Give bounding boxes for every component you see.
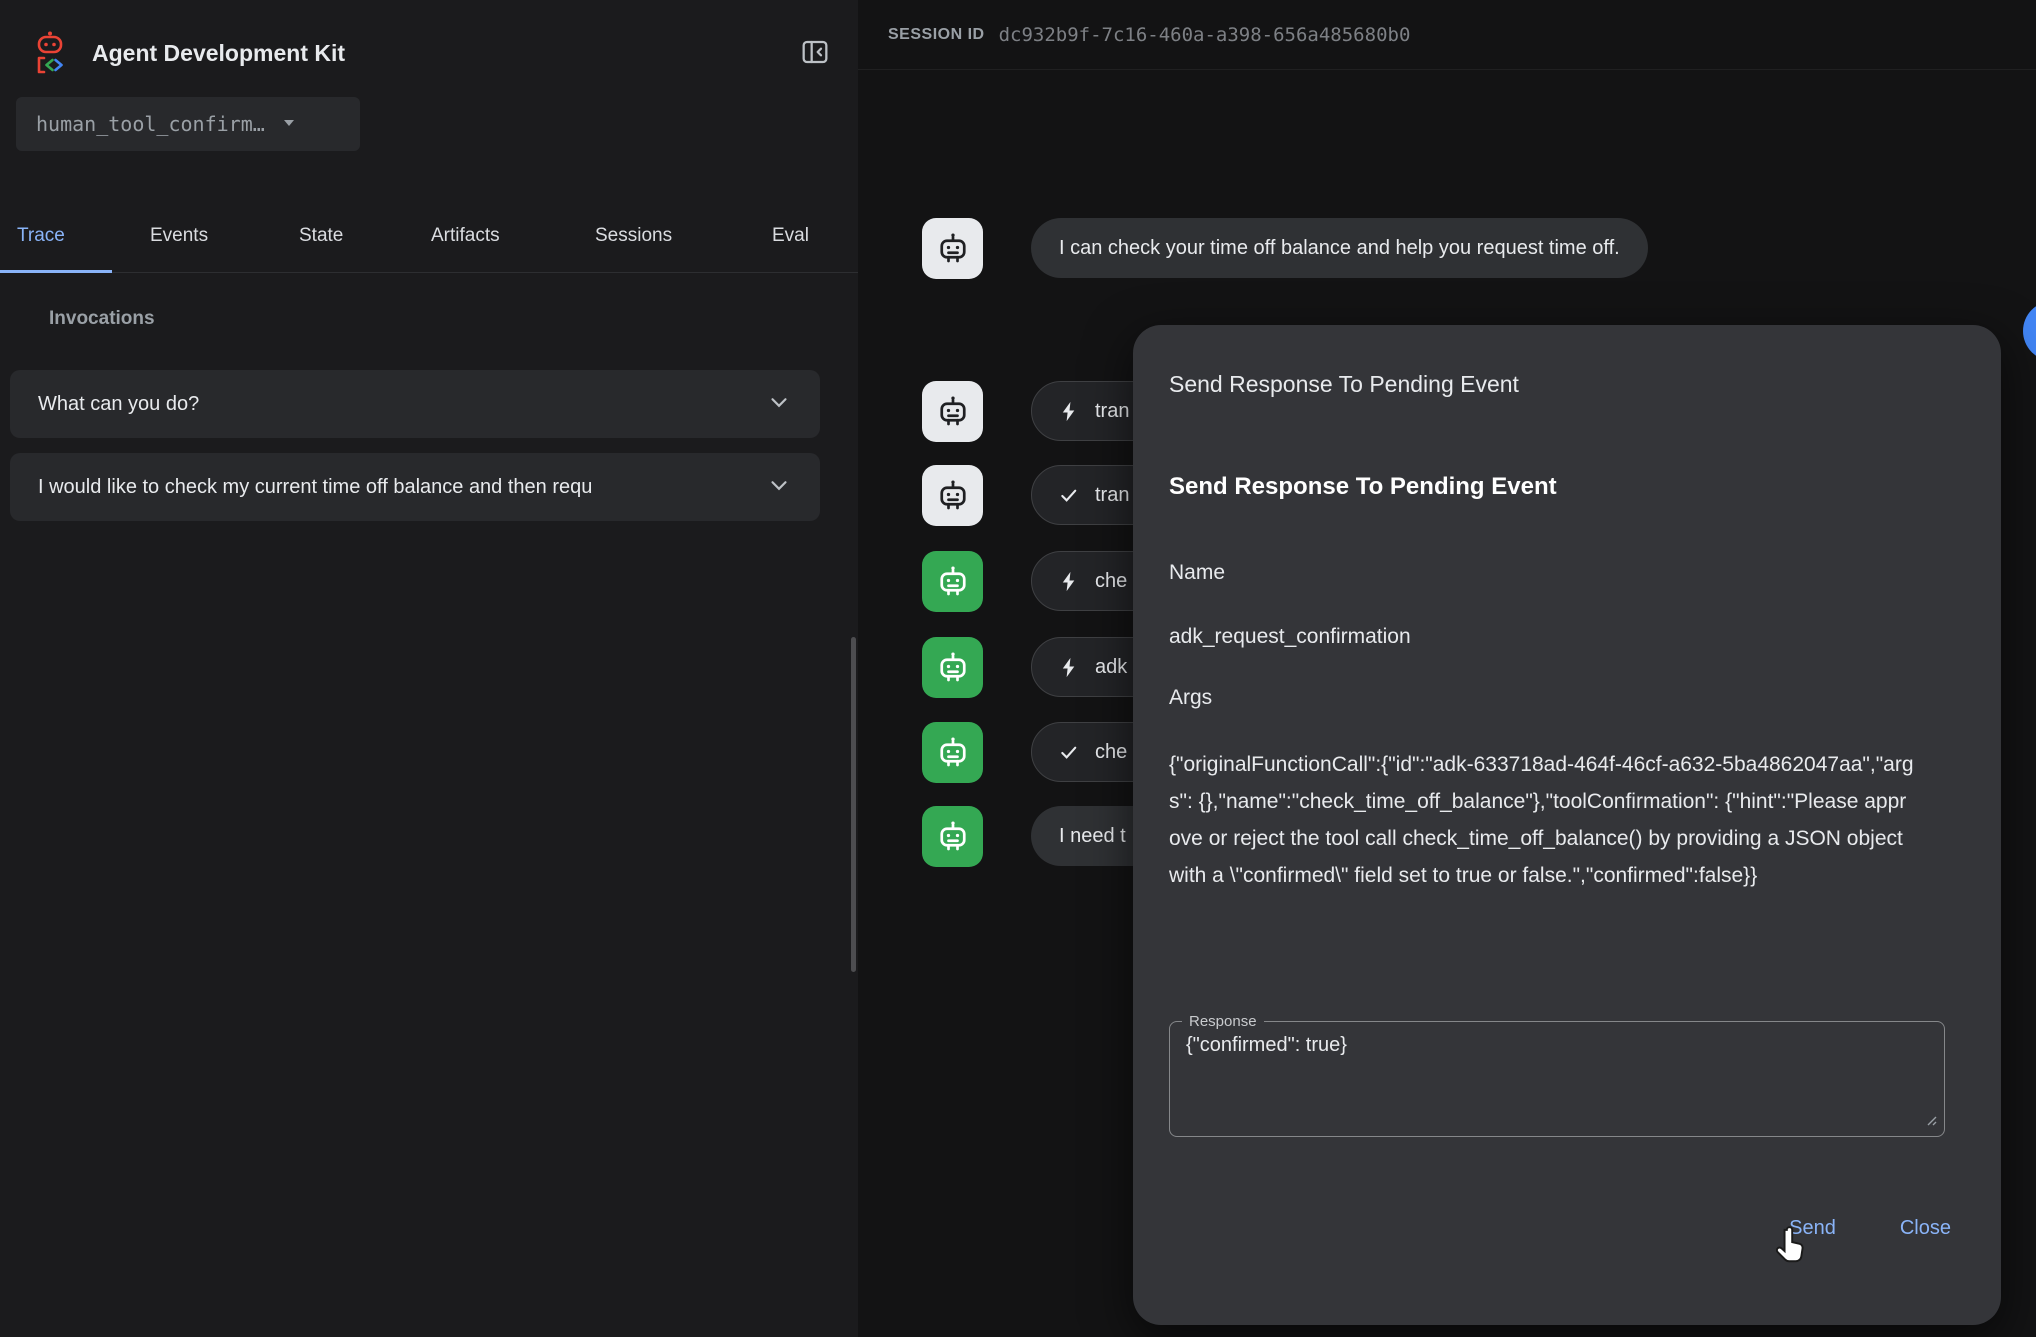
check-icon — [1058, 741, 1081, 764]
response-field-label: Response — [1182, 1013, 1264, 1030]
chip-label: adk — [1095, 656, 1127, 679]
session-id-value: dc932b9f-7c16-460a-a398-656a485680b0 — [999, 24, 1411, 46]
sidebar: Agent Development Kit human_tool_confirm… — [0, 0, 859, 1337]
tab-trace[interactable]: Trace — [17, 200, 65, 272]
args-label: Args — [1169, 686, 1212, 710]
session-header: SESSION ID dc932b9f-7c16-460a-a398-656a4… — [858, 0, 2036, 70]
send-button[interactable]: Send — [1779, 1205, 1846, 1252]
dropdown-caret-icon — [277, 110, 301, 139]
response-field: Response {"confirmed": true} — [1169, 1013, 1945, 1137]
resize-handle-icon[interactable] — [1922, 1111, 1938, 1132]
chevron-down-icon — [766, 389, 792, 420]
close-button[interactable]: Close — [1890, 1205, 1961, 1252]
response-input[interactable]: {"confirmed": true} — [1184, 1032, 1928, 1108]
chevron-down-icon — [766, 472, 792, 503]
invocation-text: What can you do? — [38, 393, 750, 416]
send-response-dialog: Send Response To Pending Event Send Resp… — [1133, 325, 2001, 1325]
agent-avatar — [922, 637, 983, 698]
agent-select-dropdown[interactable]: human_tool_confirm… — [16, 97, 360, 151]
bolt-icon — [1058, 400, 1081, 423]
sidebar-header: Agent Development Kit — [0, 0, 858, 106]
name-value: adk_request_confirmation — [1169, 625, 1411, 649]
adk-logo-icon — [26, 29, 74, 77]
robot-icon — [935, 231, 971, 267]
robot-icon — [935, 478, 971, 514]
invocations-heading: Invocations — [49, 308, 155, 330]
session-id-label: SESSION ID — [888, 26, 985, 44]
active-tab-indicator — [0, 270, 112, 273]
adk-web-app: Agent Development Kit human_tool_confirm… — [0, 0, 2036, 1337]
bot-avatar — [922, 218, 983, 279]
tab-state[interactable]: State — [299, 200, 343, 272]
bot-message-bubble: I can check your time off balance and he… — [1031, 218, 1648, 278]
agent-avatar — [922, 722, 983, 783]
invocation-text: I would like to check my current time of… — [38, 476, 750, 499]
chip-label: che — [1095, 570, 1127, 593]
agent-avatar — [922, 551, 983, 612]
name-label: Name — [1169, 561, 1225, 585]
robot-icon — [935, 650, 971, 686]
invocation-row[interactable]: What can you do? — [10, 370, 820, 438]
tab-artifacts[interactable]: Artifacts — [431, 200, 500, 272]
app-title: Agent Development Kit — [92, 40, 345, 67]
tab-sessions[interactable]: Sessions — [595, 200, 672, 272]
tab-events[interactable]: Events — [150, 200, 208, 272]
invocation-row[interactable]: I would like to check my current time of… — [10, 453, 820, 521]
robot-icon — [935, 564, 971, 600]
agent-select-value: human_tool_confirm… — [36, 112, 265, 136]
bolt-icon — [1058, 570, 1081, 593]
agent-avatar — [922, 806, 983, 867]
tab-divider — [0, 272, 858, 273]
args-json: {"originalFunctionCall":{"id":"adk-63371… — [1169, 746, 1917, 894]
sidebar-scrollbar[interactable] — [851, 637, 856, 972]
check-icon — [1058, 484, 1081, 507]
robot-icon — [935, 735, 971, 771]
bot-avatar — [922, 381, 983, 442]
robot-icon — [935, 394, 971, 430]
chip-label: che — [1095, 741, 1127, 764]
dialog-heading: Send Response To Pending Event — [1169, 473, 1557, 501]
bolt-icon — [1058, 656, 1081, 679]
bot-avatar — [922, 465, 983, 526]
dialog-title: Send Response To Pending Event — [1169, 371, 1519, 398]
tab-eval[interactable]: Eval — [772, 200, 809, 272]
chip-label: tran — [1095, 484, 1129, 507]
robot-icon — [935, 819, 971, 855]
collapse-panel-icon[interactable] — [798, 36, 832, 70]
dialog-actions: Send Close — [1779, 1205, 1961, 1252]
chip-label: tran — [1095, 400, 1129, 423]
tab-bar: Trace Events State Artifacts Sessions Ev… — [0, 200, 858, 273]
